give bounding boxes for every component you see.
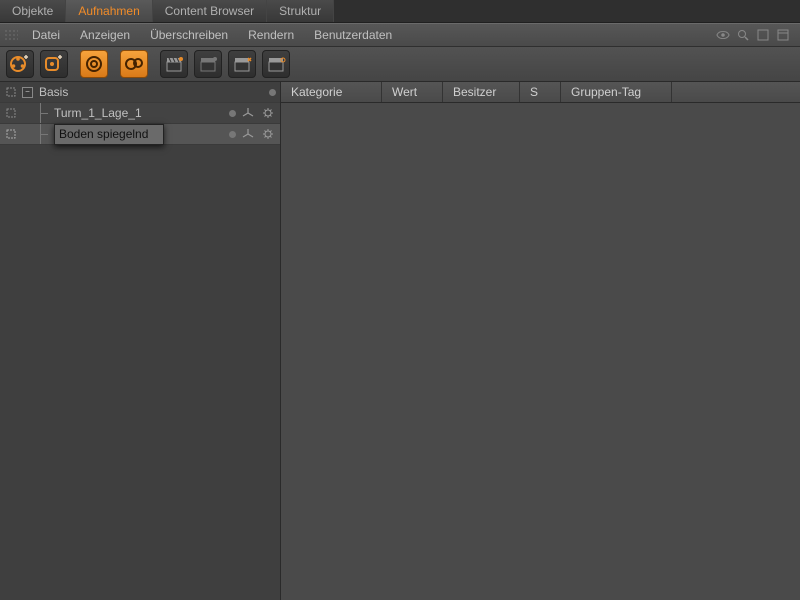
tool-clap-1[interactable] xyxy=(160,50,188,78)
status-dot-icon xyxy=(229,110,236,117)
row-focus-icon xyxy=(4,129,18,139)
expander-minus-icon[interactable]: − xyxy=(22,87,33,98)
window-split-icon[interactable] xyxy=(776,28,790,42)
tree-label-basis: Basis xyxy=(39,85,265,99)
col-kategorie[interactable]: Kategorie xyxy=(281,82,382,102)
menu-benutzerdaten[interactable]: Benutzerdaten xyxy=(304,24,402,46)
tool-target-orange[interactable] xyxy=(80,50,108,78)
col-spacer xyxy=(672,82,800,102)
col-gruppen-tag[interactable]: Gruppen-Tag xyxy=(561,82,672,102)
menu-rendern[interactable]: Rendern xyxy=(238,24,304,46)
col-s[interactable]: S xyxy=(520,82,561,102)
tab-aufnahmen[interactable]: Aufnahmen xyxy=(66,0,152,22)
grid-body[interactable] xyxy=(281,103,800,600)
tab-struktur[interactable]: Struktur xyxy=(267,0,334,22)
tab-content-browser[interactable]: Content Browser xyxy=(153,0,267,22)
tree-label-turm: Turm_1_Lage_1 xyxy=(54,106,225,120)
menu-anzeigen[interactable]: Anzeigen xyxy=(70,24,140,46)
gear-icon[interactable] xyxy=(260,105,276,121)
tree-branch-icon xyxy=(36,124,50,144)
rename-input[interactable]: Boden spiegelnd xyxy=(54,124,164,145)
tool-clap-2[interactable] xyxy=(194,50,222,78)
menu-ueberschreiben[interactable]: Überschreiben xyxy=(140,24,238,46)
col-wert[interactable]: Wert xyxy=(382,82,443,102)
tool-peanut[interactable] xyxy=(120,50,148,78)
row-focus-icon xyxy=(4,87,18,97)
tab-objekte[interactable]: Objekte xyxy=(0,0,66,22)
status-dot-icon xyxy=(229,131,236,138)
main-area: − Basis Turm_1_Lage_1 xyxy=(0,82,800,600)
panel-tabs: Objekte Aufnahmen Content Browser Strukt… xyxy=(0,0,800,23)
tree-row-basis[interactable]: − Basis xyxy=(0,82,280,103)
tool-reel-plus-1[interactable] xyxy=(6,50,34,78)
grid-header: Kategorie Wert Besitzer S Gruppen-Tag xyxy=(281,82,800,103)
grip-handle[interactable] xyxy=(4,29,18,41)
tool-reel-plus-2[interactable] xyxy=(40,50,68,78)
tree-branch-icon xyxy=(36,103,50,123)
axis-icon[interactable] xyxy=(240,126,256,142)
window-box-icon[interactable] xyxy=(756,28,770,42)
status-dot-icon xyxy=(269,89,276,96)
take-tree: − Basis Turm_1_Lage_1 xyxy=(0,82,281,600)
axis-icon[interactable] xyxy=(240,105,256,121)
eye-icon[interactable] xyxy=(716,28,730,42)
gear-icon[interactable] xyxy=(260,126,276,142)
tool-clap-4[interactable] xyxy=(262,50,290,78)
tool-clap-3[interactable] xyxy=(228,50,256,78)
tree-row-editing[interactable]: Boden spiegelnd xyxy=(0,124,280,145)
row-focus-icon xyxy=(4,108,18,118)
toolbar xyxy=(0,47,800,82)
col-besitzer[interactable]: Besitzer xyxy=(443,82,520,102)
menubar: Datei Anzeigen Überschreiben Rendern Ben… xyxy=(0,23,800,47)
menu-datei[interactable]: Datei xyxy=(22,24,70,46)
search-icon[interactable] xyxy=(736,28,750,42)
property-grid: Kategorie Wert Besitzer S Gruppen-Tag xyxy=(281,82,800,600)
tree-row-turm[interactable]: Turm_1_Lage_1 xyxy=(0,103,280,124)
